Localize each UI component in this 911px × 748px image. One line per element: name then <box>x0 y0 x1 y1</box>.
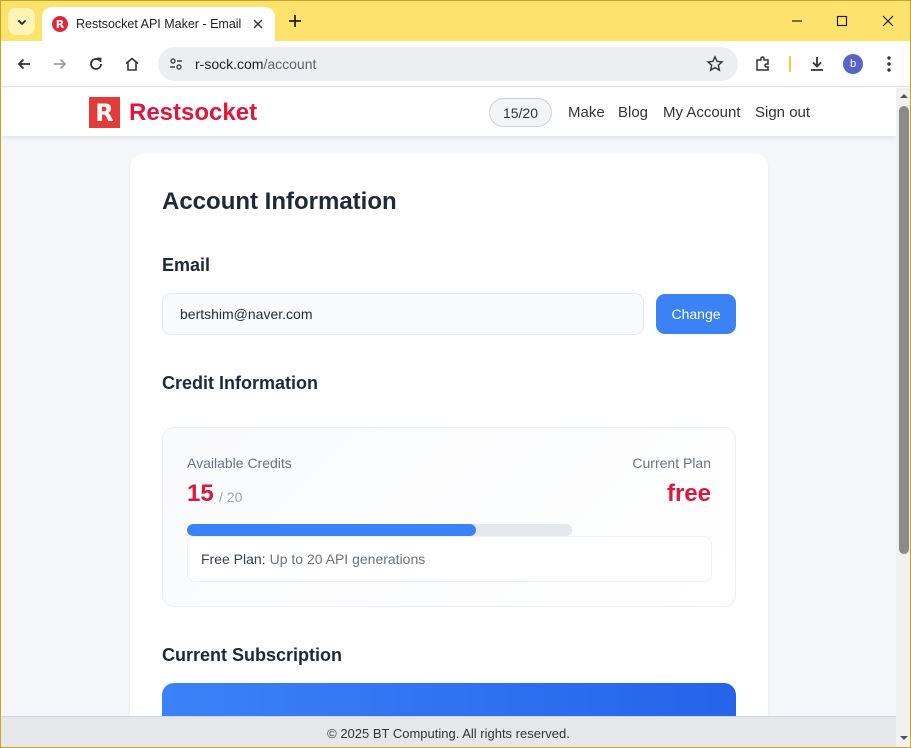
tab-title: Restsocket API Maker - Email <box>76 17 242 31</box>
close-icon <box>882 15 894 27</box>
maximize-button[interactable] <box>824 7 860 35</box>
star-icon[interactable] <box>706 55 724 73</box>
download-button[interactable] <box>803 50 831 78</box>
reload-button[interactable] <box>82 50 110 78</box>
maximize-icon <box>836 15 848 27</box>
nav-my-account[interactable]: My Account <box>663 104 741 121</box>
scrollbar-thumb[interactable] <box>899 106 909 554</box>
forward-button[interactable] <box>46 50 74 78</box>
account-card: Account Information Email bertshim@naver… <box>130 153 768 716</box>
favicon-icon: R <box>52 16 68 32</box>
scroll-down-icon[interactable] <box>899 733 909 743</box>
url-path: /account <box>263 56 317 72</box>
chevron-down-icon <box>17 19 26 25</box>
site-settings-icon[interactable] <box>167 55 185 73</box>
credit-heading: Credit Information <box>162 373 318 393</box>
credits-total: / 20 <box>219 489 243 505</box>
back-button[interactable] <box>10 50 38 78</box>
reload-icon <box>90 57 102 70</box>
scroll-up-icon[interactable] <box>899 91 909 101</box>
email-field[interactable]: bertshim@naver.com <box>162 293 644 335</box>
minimize-icon <box>792 20 802 22</box>
nav-blog[interactable]: Blog <box>618 104 648 121</box>
credit-panel: Available Credits Current Plan 15 / 20 f… <box>162 427 736 607</box>
tab-close-button[interactable] <box>249 15 267 33</box>
url-text: r-sock.com/account <box>195 56 316 72</box>
page-title: Account Information <box>162 188 397 215</box>
site-header: R Restsocket 15/20 Make Blog My Account … <box>1 88 896 136</box>
menu-button[interactable] <box>875 50 903 78</box>
profile-avatar[interactable]: b <box>843 54 863 74</box>
credit-progress-fill <box>187 524 476 536</box>
close-icon <box>253 19 263 29</box>
logo-mark: R <box>89 97 120 128</box>
url-host: r-sock.com <box>195 56 264 72</box>
address-bar[interactable]: r-sock.com/account <box>158 47 738 81</box>
more-icon <box>887 56 891 72</box>
nav-make[interactable]: Make <box>568 104 605 121</box>
email-heading: Email <box>162 255 211 275</box>
back-icon <box>17 58 30 70</box>
subscription-banner <box>162 683 736 716</box>
browser-toolbar: r-sock.com/account b <box>1 41 910 87</box>
subscription-heading: Current Subscription <box>162 645 343 665</box>
credit-counter: 15/20 <box>489 98 552 127</box>
logo-text: Restsocket <box>129 98 258 126</box>
extensions-icon <box>756 56 769 71</box>
title-bar: R Restsocket API Maker - Email <box>1 1 910 41</box>
credit-progress-bar <box>187 524 572 536</box>
plan-note-title: Free Plan: <box>201 551 266 567</box>
change-email-button[interactable]: Change <box>656 294 736 334</box>
plan-note-text: Up to 20 API generations <box>269 551 426 567</box>
available-credits-value: 15 <box>187 480 214 507</box>
current-plan-value: free <box>666 480 711 507</box>
browser-window: R Restsocket API Maker - Email r-sock.co… <box>0 0 911 748</box>
home-icon <box>125 57 139 71</box>
home-button[interactable] <box>118 50 146 78</box>
download-icon <box>811 57 823 71</box>
available-credits-label: Available Credits <box>187 455 292 471</box>
extensions-button[interactable] <box>749 50 777 78</box>
minimize-button[interactable] <box>779 7 815 35</box>
nav-sign-out[interactable]: Sign out <box>755 104 810 121</box>
tab-search-button[interactable] <box>8 8 35 35</box>
new-tab-button[interactable] <box>283 9 307 33</box>
current-plan-label: Current Plan <box>632 455 711 471</box>
site-footer: © 2025 BT Computing. All rights reserved… <box>1 716 896 747</box>
close-window-button[interactable] <box>870 7 906 35</box>
plus-icon <box>289 15 301 27</box>
page-viewport: R Restsocket 15/20 Make Blog My Account … <box>1 88 896 716</box>
site-logo[interactable]: R Restsocket <box>89 97 257 128</box>
page-scrollbar[interactable] <box>896 88 910 747</box>
forward-icon <box>54 58 67 70</box>
plan-note: Free Plan: Up to 20 API generations <box>187 536 712 582</box>
toolbar-divider <box>789 56 791 72</box>
browser-tab[interactable]: R Restsocket API Maker - Email <box>42 7 275 41</box>
